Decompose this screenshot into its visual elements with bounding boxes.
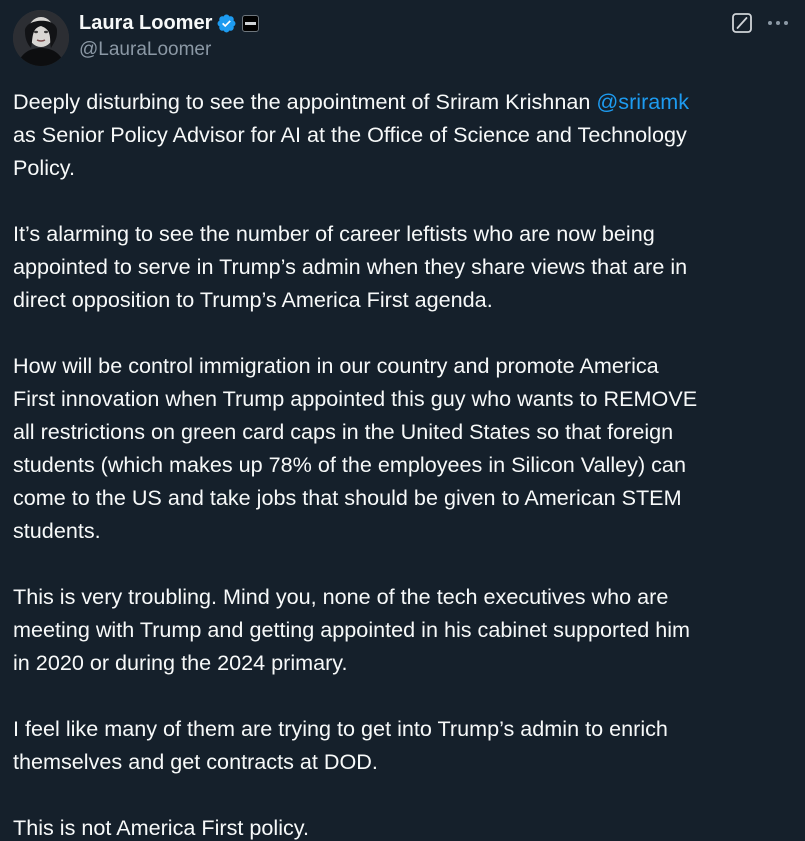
post-text: Deeply disturbing to see the appointment… xyxy=(13,85,795,841)
handle[interactable]: @LauraLoomer xyxy=(79,36,259,64)
display-name-row: Laura Loomer xyxy=(79,10,260,36)
post-header: Laura Loomer @LauraLoomer xyxy=(13,10,793,66)
avatar[interactable] xyxy=(13,10,69,66)
post-paragraph-1: Deeply disturbing to see the appointment… xyxy=(13,85,795,184)
post-paragraph-3: How will be control immigration in our c… xyxy=(13,353,698,543)
post: Laura Loomer @LauraLoomer Deeply disturb… xyxy=(0,0,805,841)
affiliate-badge-icon[interactable] xyxy=(242,14,260,32)
verified-badge-icon[interactable] xyxy=(216,13,237,34)
profile-photo xyxy=(13,10,69,66)
post-paragraph-5: I feel like many of them are trying to g… xyxy=(13,716,668,774)
grok-icon[interactable] xyxy=(731,12,753,34)
mention-link[interactable]: @sriramk xyxy=(596,89,689,114)
more-options-icon[interactable] xyxy=(765,12,791,34)
post-paragraph-2: It’s alarming to see the number of caree… xyxy=(13,221,688,312)
post-text-segment: Deeply disturbing to see the appointment… xyxy=(13,89,597,114)
post-text-segment: as Senior Policy Advisor for AI at the O… xyxy=(13,122,687,180)
post-paragraph-6: This is not America First policy. xyxy=(13,815,309,840)
author-names: Laura Loomer @LauraLoomer xyxy=(79,10,260,64)
post-paragraph-4: This is very troubling. Mind you, none o… xyxy=(13,584,691,675)
display-name[interactable]: Laura Loomer xyxy=(79,10,212,36)
